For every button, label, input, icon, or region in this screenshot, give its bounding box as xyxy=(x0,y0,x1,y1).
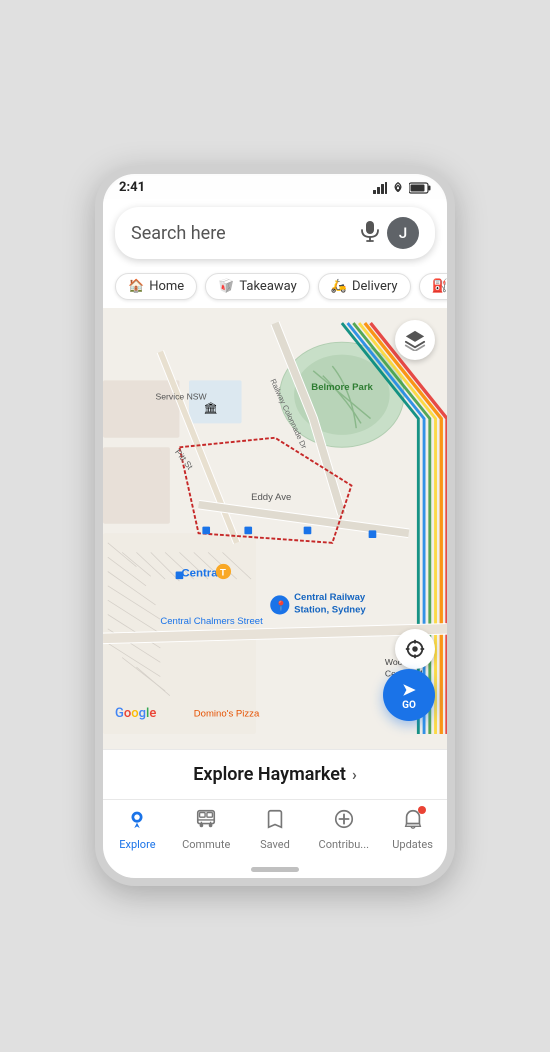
nav-updates[interactable]: Updates xyxy=(383,808,443,851)
go-arrow-icon: ➤ xyxy=(402,680,415,699)
battery-icon xyxy=(409,182,431,194)
takeaway-chip-icon: 🥡 xyxy=(218,279,234,294)
explore-banner[interactable]: Explore Haymarket › xyxy=(103,749,447,799)
chip-home[interactable]: 🏠 Home xyxy=(115,273,197,300)
nav-updates-label: Updates xyxy=(392,838,433,851)
nav-saved[interactable]: Saved xyxy=(245,808,305,851)
status-icons xyxy=(373,182,431,194)
go-button-label: GO xyxy=(402,700,416,711)
search-input-text: Search here xyxy=(131,223,353,244)
nav-contribute-label: Contribu... xyxy=(319,838,369,851)
svg-text:T: T xyxy=(220,567,226,578)
search-bar-container: Search here J xyxy=(103,199,447,267)
chip-delivery[interactable]: 🛵 Delivery xyxy=(318,273,411,300)
explore-nav-icon xyxy=(126,808,148,830)
mic-icon[interactable] xyxy=(361,220,379,247)
contribute-icon xyxy=(333,808,355,835)
explore-banner-text: Explore Haymarket xyxy=(193,764,346,785)
chip-home-label: Home xyxy=(149,279,184,294)
petrol-chip-icon: ⛽ xyxy=(432,279,447,294)
explore-chevron-icon: › xyxy=(352,765,357,784)
home-indicator xyxy=(251,867,299,872)
google-logo-o2: o xyxy=(131,706,138,721)
chip-delivery-label: Delivery xyxy=(352,279,398,294)
contribute-nav-icon xyxy=(333,808,355,830)
phone-frame: 2:41 Search here xyxy=(95,166,455,886)
layers-button[interactable] xyxy=(395,320,435,360)
chip-takeaway-label: Takeaway xyxy=(239,279,296,294)
status-time: 2:41 xyxy=(119,180,145,195)
nav-explore-label: Explore xyxy=(119,838,155,851)
google-logo-g: G xyxy=(115,706,124,721)
google-logo: Google xyxy=(115,706,156,721)
nav-commute[interactable]: Commute xyxy=(176,808,236,851)
svg-text:Station, Sydney: Station, Sydney xyxy=(294,605,366,616)
bottom-nav: Explore Commute xyxy=(103,799,447,861)
svg-text:🏛: 🏛 xyxy=(203,401,218,415)
map-area[interactable]: Pitt St Railway Colonnade Dr Eddy Ave Se… xyxy=(103,308,447,749)
nav-commute-label: Commute xyxy=(182,838,230,851)
svg-text:Domino's Pizza: Domino's Pizza xyxy=(194,709,260,720)
nav-saved-label: Saved xyxy=(260,838,290,851)
updates-badge xyxy=(418,806,426,814)
nav-contribute[interactable]: Contribu... xyxy=(314,808,374,851)
status-bar: 2:41 xyxy=(103,174,447,199)
home-bar xyxy=(103,861,447,878)
location-icon xyxy=(404,638,426,660)
updates-icon xyxy=(402,808,424,835)
saved-nav-icon xyxy=(264,808,286,830)
nav-explore[interactable]: Explore xyxy=(107,808,167,851)
search-bar[interactable]: Search here J xyxy=(115,207,435,259)
commute-icon xyxy=(195,808,217,835)
svg-text:Belmore Park: Belmore Park xyxy=(311,382,373,393)
svg-text:Central: Central xyxy=(181,567,220,579)
saved-icon xyxy=(264,808,286,835)
user-avatar[interactable]: J xyxy=(387,217,419,249)
svg-text:📍: 📍 xyxy=(275,600,287,612)
svg-text:Service NSW: Service NSW xyxy=(156,392,208,402)
svg-text:Central Railway: Central Railway xyxy=(294,592,366,603)
home-chip-icon: 🏠 xyxy=(128,279,144,294)
location-button[interactable] xyxy=(395,629,435,669)
go-button[interactable]: ➤ GO xyxy=(383,669,435,721)
delivery-chip-icon: 🛵 xyxy=(331,279,347,294)
chip-petrol[interactable]: ⛽ Pe xyxy=(419,273,447,300)
explore-icon xyxy=(126,808,148,835)
svg-text:Eddy Ave: Eddy Ave xyxy=(251,492,291,503)
chip-takeaway[interactable]: 🥡 Takeaway xyxy=(205,273,310,300)
wifi-icon xyxy=(391,182,405,194)
google-logo-g2: g xyxy=(139,706,146,721)
filter-chips: 🏠 Home 🥡 Takeaway 🛵 Delivery ⛽ Pe xyxy=(103,267,447,308)
google-logo-e: e xyxy=(149,706,156,721)
signal-icon xyxy=(373,182,387,194)
layers-icon xyxy=(404,329,426,351)
svg-text:Central Chalmers Street: Central Chalmers Street xyxy=(160,616,263,627)
commute-nav-icon xyxy=(195,808,217,830)
